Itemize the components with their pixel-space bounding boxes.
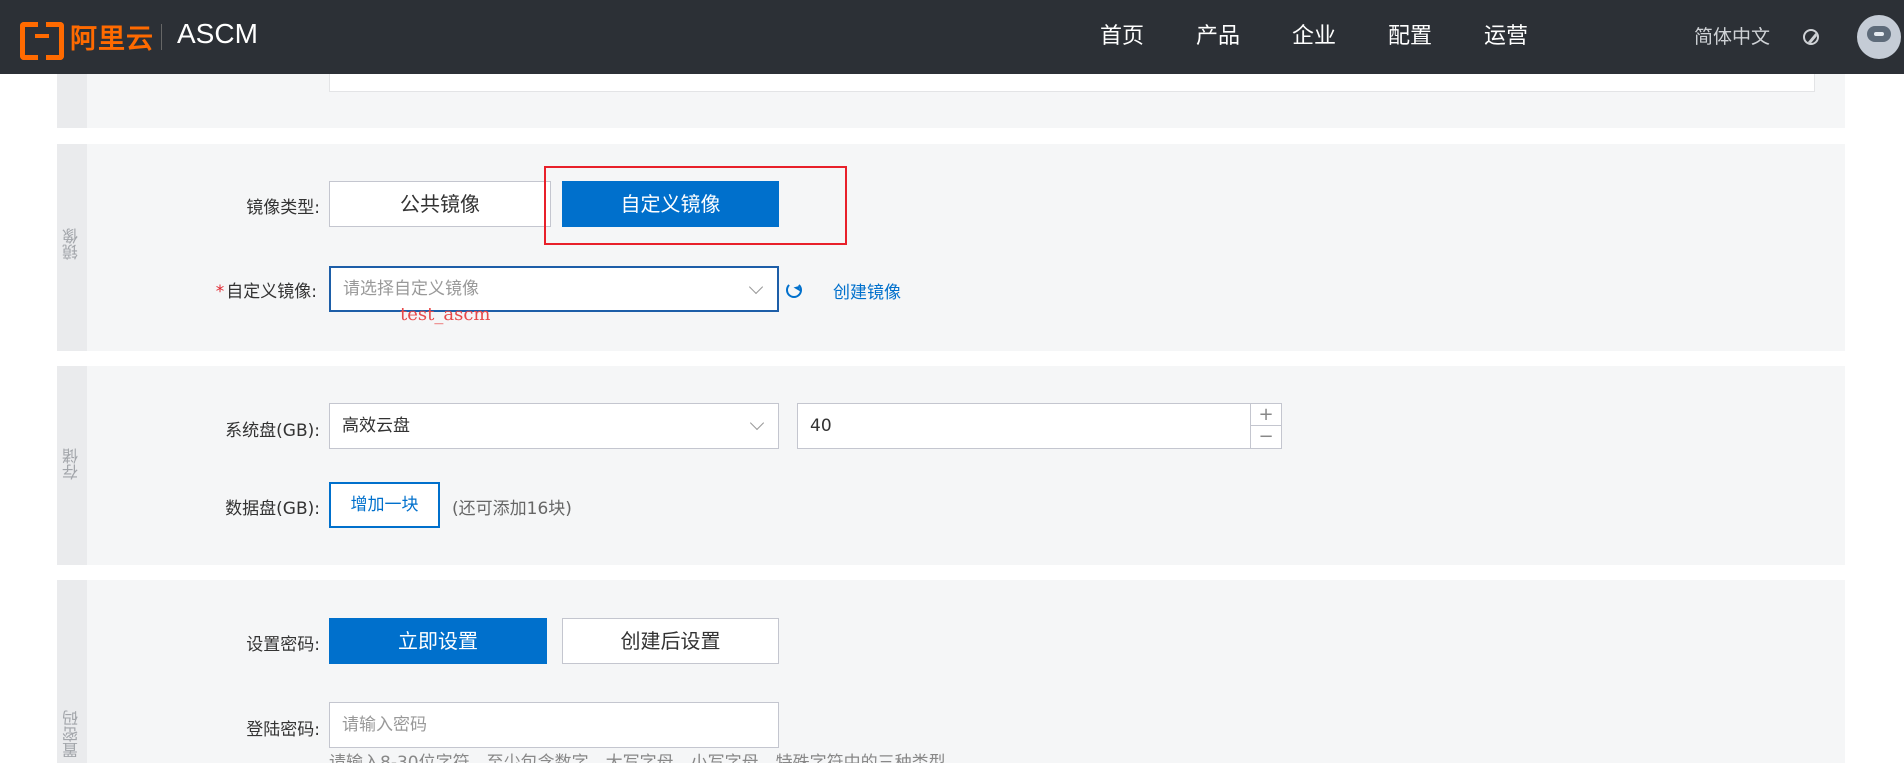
minus-icon[interactable]: − [1251, 426, 1281, 448]
section-tab-label: 存储 [62, 448, 81, 480]
nav-item-config[interactable]: 配置 [1388, 20, 1484, 54]
refresh-icon[interactable] [786, 282, 802, 298]
nav-item-operations[interactable]: 运营 [1484, 20, 1580, 54]
section-tab-label: 镜像 [62, 228, 81, 260]
highlight-box [544, 166, 847, 245]
custom-image-placeholder: 请选择自定义镜像 [343, 279, 479, 299]
annotation-text: test_ascm [400, 304, 491, 325]
image-section: 镜像 [57, 144, 1845, 351]
password-hint: 请输入8-30位字符，至少包含数字、大写字母、小写字母、特殊字符中的三种类型 [329, 753, 946, 763]
previous-section [57, 74, 1845, 128]
logo-divider [161, 24, 162, 50]
user-avatar[interactable] [1857, 15, 1901, 59]
main-nav: 首页 产品 企业 配置 运营 [1100, 20, 1580, 54]
image-type-label: 镜像类型: [246, 198, 320, 218]
plus-icon[interactable]: + [1251, 404, 1281, 426]
create-image-link[interactable]: 创建镜像 [833, 278, 901, 303]
nav-item-products[interactable]: 产品 [1196, 20, 1292, 54]
custom-image-label: * 自定义镜像: [57, 277, 317, 302]
section-tab-storage: 存储 [57, 366, 87, 565]
required-mark: * [215, 282, 225, 302]
theme-toggle-icon[interactable] [1803, 29, 1819, 45]
nav-item-home[interactable]: 首页 [1100, 20, 1196, 54]
system-disk-label: 系统盘(GB): [225, 421, 320, 441]
previous-section-box [329, 74, 1815, 92]
app-name: ASCM [177, 18, 258, 49]
set-after-create-button[interactable]: 创建后设置 [562, 618, 779, 664]
aliyun-logo[interactable]: 阿里云 [20, 18, 154, 60]
logo-text: 阿里云 [70, 23, 154, 55]
section-tab-image: 镜像 [57, 144, 87, 351]
section-tab [57, 74, 87, 128]
public-image-button[interactable]: 公共镜像 [329, 181, 551, 227]
system-disk-size-input[interactable]: 40 [797, 403, 1252, 449]
custom-image-select[interactable]: 请选择自定义镜像 [329, 266, 779, 312]
custom-image-label-text: 自定义镜像: [226, 282, 317, 302]
chevron-down-icon [749, 415, 765, 431]
add-disk-hint: (还可添加16块) [452, 499, 572, 519]
language-switcher[interactable]: 简体中文 [1694, 22, 1770, 49]
aliyun-logo-icon [20, 22, 64, 60]
add-data-disk-button[interactable]: 增加一块 [329, 482, 440, 528]
storage-section: 存储 [57, 366, 1845, 565]
login-password-placeholder: 请输入密码 [342, 715, 427, 735]
disk-size-stepper[interactable]: + − [1250, 403, 1282, 449]
password-section: 置密码 [57, 580, 1845, 763]
login-password-label: 登陆密码: [246, 720, 320, 740]
set-now-button[interactable]: 立即设置 [329, 618, 547, 664]
top-navigation-bar: 阿里云 ASCM 首页 产品 企业 配置 运营 简体中文 [0, 0, 1904, 74]
system-disk-type-value: 高效云盘 [342, 416, 410, 436]
system-disk-type-select[interactable]: 高效云盘 [329, 403, 779, 449]
nav-item-enterprise[interactable]: 企业 [1292, 20, 1388, 54]
data-disk-label: 数据盘(GB): [225, 499, 320, 519]
login-password-input[interactable]: 请输入密码 [329, 702, 779, 748]
set-password-label: 设置密码: [246, 635, 320, 655]
chevron-down-icon [748, 279, 764, 295]
